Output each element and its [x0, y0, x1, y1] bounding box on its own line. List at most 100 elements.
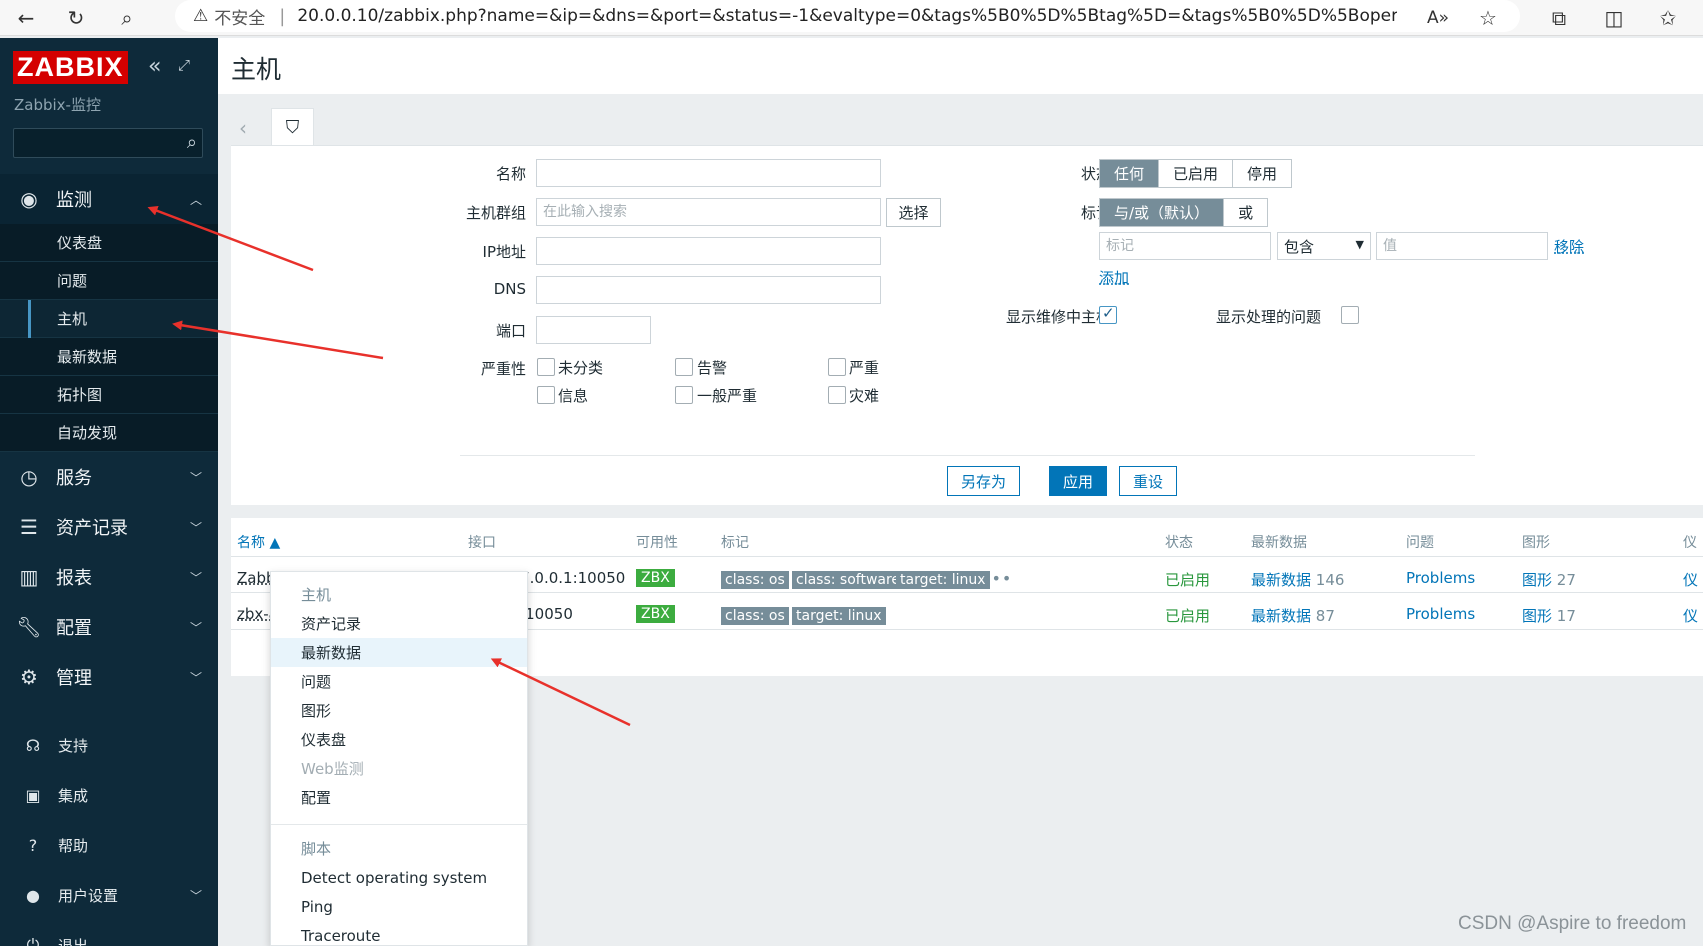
- graphs-link[interactable]: 图形 27: [1522, 569, 1576, 590]
- submenu-problems[interactable]: 问题: [0, 262, 218, 300]
- tag-operator-select[interactable]: 包含 ▼: [1277, 232, 1371, 260]
- column-status[interactable]: 状态: [1165, 532, 1193, 552]
- save-as-button[interactable]: 另存为: [947, 466, 1020, 496]
- tag-badge[interactable]: class: os: [721, 571, 789, 589]
- more-tags-icon[interactable]: •••: [981, 569, 1012, 588]
- problems-link[interactable]: Problems: [1406, 605, 1475, 623]
- read-aloud-icon[interactable]: A»: [1424, 4, 1452, 32]
- tag-badge[interactable]: target: linux: [896, 571, 990, 589]
- tag-or-option[interactable]: 或: [1224, 199, 1267, 226]
- tag-badge[interactable]: target: linux: [792, 607, 886, 625]
- reload-icon[interactable]: ↻: [62, 4, 90, 32]
- context-menu-graphs[interactable]: 图形: [271, 696, 527, 725]
- menu-configuration[interactable]: 🔧︎ 配置 ﹀: [0, 602, 218, 652]
- severity-high-checkbox[interactable]: [828, 358, 846, 376]
- graphs-label[interactable]: 图形: [1522, 571, 1552, 589]
- context-menu-script-traceroute[interactable]: Traceroute: [271, 921, 527, 946]
- hostgroup-select-button[interactable]: 选择: [886, 198, 941, 227]
- status-disabled-option[interactable]: 停用: [1233, 160, 1291, 187]
- menu-support[interactable]: ☊ 支持: [0, 720, 218, 770]
- severity-warning-checkbox[interactable]: [675, 358, 693, 376]
- submenu-discovery[interactable]: 自动发现: [0, 414, 218, 452]
- split-screen-icon[interactable]: ◫: [1600, 4, 1628, 32]
- tag-value-input[interactable]: [1376, 232, 1548, 260]
- ip-input[interactable]: [536, 237, 881, 265]
- address-bar[interactable]: ⚠ 不安全 | 20.0.0.10/zabbix.php?name=&ip=&d…: [175, 0, 1520, 32]
- port-input[interactable]: [536, 316, 651, 344]
- graphs-label[interactable]: 图形: [1522, 607, 1552, 625]
- url-text[interactable]: 20.0.0.10/zabbix.php?name=&ip=&dns=&port…: [297, 6, 1397, 26]
- zabbix-logo[interactable]: ZABBIX: [13, 51, 128, 84]
- dashboards-link[interactable]: 仪: [1683, 569, 1698, 590]
- browser-toolbar: ← ↻ ⌕ ⚠ 不安全 | 20.0.0.10/zabbix.php?name=…: [0, 0, 1703, 36]
- dns-input[interactable]: [536, 276, 881, 304]
- column-name-sort[interactable]: 名称 ▲: [237, 532, 280, 552]
- sidebar-search-input[interactable]: ⌕: [13, 128, 203, 158]
- severity-disaster-checkbox[interactable]: [828, 386, 846, 404]
- search-icon[interactable]: ⌕: [113, 4, 141, 32]
- submenu-dashboard[interactable]: 仪表盘: [0, 224, 218, 262]
- name-input[interactable]: [536, 159, 881, 187]
- context-menu-script-detect-os[interactable]: Detect operating system: [271, 863, 527, 892]
- context-menu-configuration[interactable]: 配置: [271, 783, 527, 812]
- search-icon[interactable]: ⌕: [187, 132, 197, 153]
- favorites-icon[interactable]: ✩: [1654, 4, 1682, 32]
- menu-monitoring[interactable]: ◉ 监测 ︿: [0, 174, 218, 224]
- menu-help[interactable]: ? 帮助: [0, 820, 218, 870]
- submenu-maps[interactable]: 拓扑图: [0, 376, 218, 414]
- latest-data-label[interactable]: 最新数据: [1251, 571, 1311, 589]
- context-menu-script-ping[interactable]: Ping: [271, 892, 527, 921]
- status-any-option[interactable]: 任何: [1100, 160, 1160, 187]
- problems-link[interactable]: Problems: [1406, 569, 1475, 587]
- collapse-sidebar-icon[interactable]: «: [148, 54, 161, 79]
- context-menu-problems[interactable]: 问题: [271, 667, 527, 696]
- filter-tab[interactable]: ⛉: [271, 108, 314, 146]
- zbx-availability-badge[interactable]: ZBX: [636, 605, 675, 623]
- hostgroup-input[interactable]: [536, 198, 881, 226]
- kiosk-mode-icon[interactable]: ⤢: [178, 56, 190, 74]
- column-interface[interactable]: 接口: [468, 532, 496, 552]
- add-tag-link[interactable]: 添加: [1099, 267, 1129, 288]
- menu-label: 服务: [56, 468, 92, 489]
- menu-integrations[interactable]: ▣ 集成: [0, 770, 218, 820]
- tag-badge[interactable]: class: software: [792, 571, 905, 589]
- severity-not-classified-checkbox[interactable]: [537, 358, 555, 376]
- menu-user-settings[interactable]: ● 用户设置 ﹀: [0, 870, 218, 920]
- graphs-link[interactable]: 图形 17: [1522, 605, 1576, 626]
- column-tags: 标记: [721, 535, 749, 551]
- menu-inventory[interactable]: ☰ 资产记录 ﹀: [0, 502, 218, 552]
- apply-button[interactable]: 应用: [1049, 466, 1107, 496]
- context-menu-inventory[interactable]: 资产记录: [271, 609, 527, 638]
- favorite-star-icon[interactable]: ☆: [1474, 4, 1502, 32]
- tag-badge[interactable]: class: os: [721, 607, 789, 625]
- menu-administration[interactable]: ⚙ 管理 ﹀: [0, 652, 218, 702]
- submenu-hosts[interactable]: 主机: [0, 300, 218, 338]
- submenu-latest-data[interactable]: 最新数据: [0, 338, 218, 376]
- tag-and-or-option[interactable]: 与/或（默认）: [1100, 199, 1225, 226]
- severity-average-checkbox[interactable]: [675, 386, 693, 404]
- remove-tag-link[interactable]: 移除: [1554, 236, 1584, 257]
- tag-name-input[interactable]: [1099, 232, 1271, 260]
- reset-button[interactable]: 重设: [1119, 466, 1177, 496]
- menu-services[interactable]: ◷ 服务 ﹀: [0, 452, 218, 502]
- host-status[interactable]: 已启用: [1165, 569, 1210, 590]
- context-menu-latest-data[interactable]: 最新数据: [271, 638, 527, 667]
- menu-sign-out[interactable]: ⏻ 退出: [0, 920, 218, 946]
- menu-reports[interactable]: ▥ 报表 ﹀: [0, 552, 218, 602]
- dashboards-link[interactable]: 仪: [1683, 605, 1698, 626]
- menu-label: 管理: [56, 668, 92, 689]
- latest-data-link[interactable]: 最新数据 146: [1251, 569, 1344, 590]
- severity-option-label: 严重: [849, 359, 880, 377]
- show-suppressed-checkbox[interactable]: [1341, 306, 1359, 324]
- latest-data-link[interactable]: 最新数据 87: [1251, 605, 1335, 626]
- context-menu-dashboards[interactable]: 仪表盘: [271, 725, 527, 754]
- zbx-availability-badge[interactable]: ZBX: [636, 569, 675, 587]
- latest-data-label[interactable]: 最新数据: [1251, 607, 1311, 625]
- status-enabled-option[interactable]: 已启用: [1159, 160, 1234, 187]
- back-arrow-icon[interactable]: ←: [12, 4, 40, 32]
- show-maintenance-checkbox[interactable]: [1099, 304, 1117, 324]
- host-status[interactable]: 已启用: [1165, 605, 1210, 626]
- chevron-left-icon[interactable]: ‹: [239, 116, 247, 140]
- severity-information-checkbox[interactable]: [537, 386, 555, 404]
- extensions-icon[interactable]: ⧉: [1545, 4, 1573, 32]
